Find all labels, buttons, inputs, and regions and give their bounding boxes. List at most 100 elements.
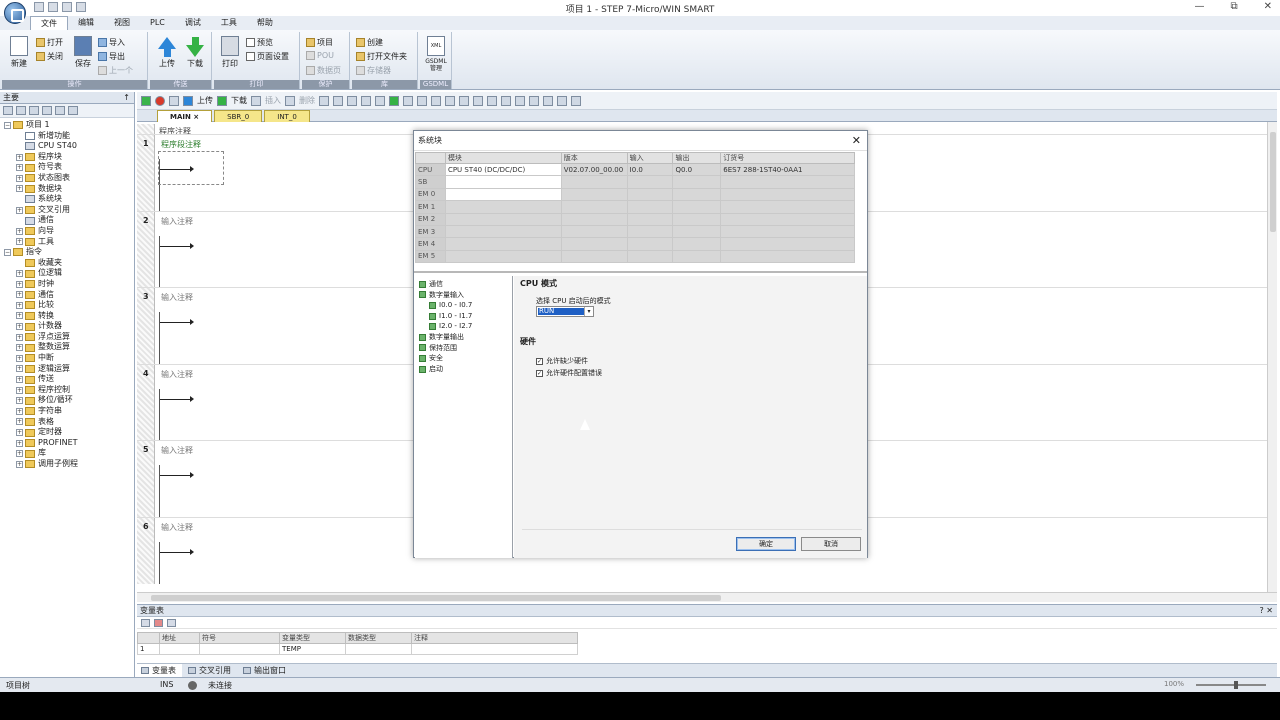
table-row[interactable]: EM 2 [415, 212, 855, 226]
close-tab-icon[interactable]: × [193, 113, 199, 121]
expand-icon[interactable]: + [16, 185, 23, 193]
tree-node[interactable]: + 交叉引用 [0, 205, 134, 216]
upload-button[interactable]: 上传 [154, 36, 180, 69]
table-cell[interactable] [626, 212, 674, 226]
box-icon[interactable] [473, 95, 483, 106]
table-row[interactable]: EM 4 [415, 237, 855, 251]
toolbar-icon[interactable] [515, 95, 525, 106]
open-library-folder-button[interactable]: 打开文件夹 [356, 51, 407, 62]
collapse-icon[interactable]: − [4, 121, 11, 129]
tree-node[interactable]: + 工具 [0, 237, 134, 248]
expand-icon[interactable]: + [16, 333, 23, 341]
tree-node[interactable]: + 移位/循环 [0, 395, 134, 406]
tree-node[interactable]: + 转换 [0, 311, 134, 322]
tree-node[interactable]: + 程序控制 [0, 385, 134, 396]
table-row[interactable]: EM 1 [415, 200, 855, 214]
tree-node[interactable]: + 表格 [0, 417, 134, 428]
table-cell[interactable] [672, 212, 722, 226]
table-cell[interactable] [720, 175, 855, 189]
toolbar-icon[interactable] [543, 95, 553, 106]
toolbar-icon[interactable] [431, 95, 441, 106]
table-cell[interactable] [626, 187, 674, 202]
table-cell[interactable] [720, 212, 855, 226]
tree-node[interactable]: + 定时器 [0, 427, 134, 438]
editor-vertical-scrollbar[interactable] [1267, 122, 1277, 592]
tree-node[interactable]: − 项目 1 [0, 120, 134, 131]
zoom-slider[interactable]: 100% [1160, 680, 1280, 690]
save-button[interactable]: 保存 [70, 36, 96, 69]
allow-hardware-config-error-checkbox[interactable]: ✓ 允许硬件配置错误 [536, 368, 602, 378]
system-block-tree-item[interactable]: I0.0 - I0.7 [415, 300, 512, 311]
tree-node[interactable]: + 时钟 [0, 279, 134, 290]
expand-icon[interactable]: + [16, 301, 23, 309]
table-cell[interactable]: I0.0 [626, 162, 674, 177]
expand-icon[interactable]: + [16, 270, 23, 278]
table-row[interactable]: EM 3 [415, 224, 855, 239]
expand-icon[interactable]: + [16, 429, 23, 437]
table-cell[interactable]: 6ES7 288-1ST40-0AA1 [720, 162, 855, 177]
toolbar-icon[interactable] [361, 95, 371, 106]
expand-icon[interactable]: + [16, 227, 23, 235]
protect-pou-button[interactable]: POU [306, 51, 334, 60]
tree-tool-icon[interactable] [29, 106, 39, 115]
application-menu-button[interactable] [4, 2, 26, 24]
tree-node[interactable]: + 整数运算 [0, 342, 134, 353]
toolbar-icon[interactable] [319, 95, 329, 106]
table-row[interactable]: EM 0 [415, 187, 855, 202]
download-arrow-icon[interactable] [217, 95, 227, 106]
export-button[interactable]: 导出 [98, 51, 125, 62]
tab-edit[interactable]: 编辑 [68, 16, 104, 30]
ok-button[interactable]: 确定 [736, 537, 796, 551]
toolbar-icon[interactable] [347, 95, 357, 106]
tree-node[interactable]: + 计数器 [0, 321, 134, 332]
expand-icon[interactable]: + [16, 153, 23, 161]
tree-tool-icon[interactable] [3, 106, 13, 115]
table-cell[interactable] [560, 237, 628, 251]
tab-file[interactable]: 文件 [30, 16, 68, 30]
rung[interactable] [159, 235, 319, 288]
network-comment[interactable]: 输入注释 [161, 522, 193, 533]
tree-node[interactable]: + 逻辑运算 [0, 364, 134, 375]
stop-icon[interactable] [155, 95, 165, 106]
expand-icon[interactable]: + [16, 280, 23, 288]
protect-data-page-button[interactable]: 数据页 [306, 65, 341, 76]
pin-icon[interactable]: ↑ [123, 92, 130, 104]
toolbar-icon[interactable] [417, 95, 427, 106]
tab-output-window[interactable]: 输出窗口 [239, 664, 292, 677]
tree-node[interactable]: + 浮点运算 [0, 332, 134, 343]
table-cell[interactable] [720, 249, 855, 264]
system-block-tree-item[interactable]: I1.0 - I1.7 [415, 311, 512, 322]
table-cell[interactable] [560, 175, 628, 189]
rung[interactable] [159, 465, 319, 518]
table-cell[interactable] [444, 212, 562, 226]
expand-icon[interactable]: + [16, 460, 23, 468]
tree-node[interactable]: + 数据块 [0, 184, 134, 195]
tree-tool-icon[interactable] [55, 106, 65, 115]
gsdml-management-button[interactable]: XML GSDML 管理 [422, 36, 450, 72]
expand-icon[interactable]: + [16, 164, 23, 172]
tab-sbr-0[interactable]: SBR_0 [214, 110, 263, 122]
toolbar-icon[interactable] [487, 95, 497, 106]
toolbar-icon[interactable] [557, 95, 567, 106]
create-library-button[interactable]: 创建 [356, 37, 383, 48]
toolbar-icon[interactable] [389, 95, 399, 106]
table-cell[interactable] [672, 249, 722, 264]
upload-arrow-icon[interactable] [183, 95, 193, 106]
tree-node[interactable]: + 字符串 [0, 406, 134, 417]
table-cell[interactable] [720, 200, 855, 214]
tree-node[interactable]: + 符号表 [0, 162, 134, 173]
expand-icon[interactable]: + [16, 344, 23, 352]
toolbar-icon[interactable] [403, 95, 413, 106]
editor-download-button[interactable]: 下载 [231, 95, 247, 106]
tab-cross-reference[interactable]: 交叉引用 [184, 664, 237, 677]
system-block-tree-item[interactable]: 安全 [415, 353, 512, 364]
table-cell[interactable] [444, 249, 562, 264]
close-project-button[interactable]: 关闭 [36, 51, 63, 62]
toolbar-icon[interactable] [375, 95, 385, 106]
table-cell[interactable] [444, 200, 562, 214]
table-cell[interactable] [626, 224, 674, 239]
zoom-handle[interactable] [1234, 681, 1238, 689]
tree-node[interactable]: + 传送 [0, 374, 134, 385]
tree-node[interactable]: + 比较 [0, 300, 134, 311]
tree-node[interactable]: 新增功能 [0, 131, 134, 142]
